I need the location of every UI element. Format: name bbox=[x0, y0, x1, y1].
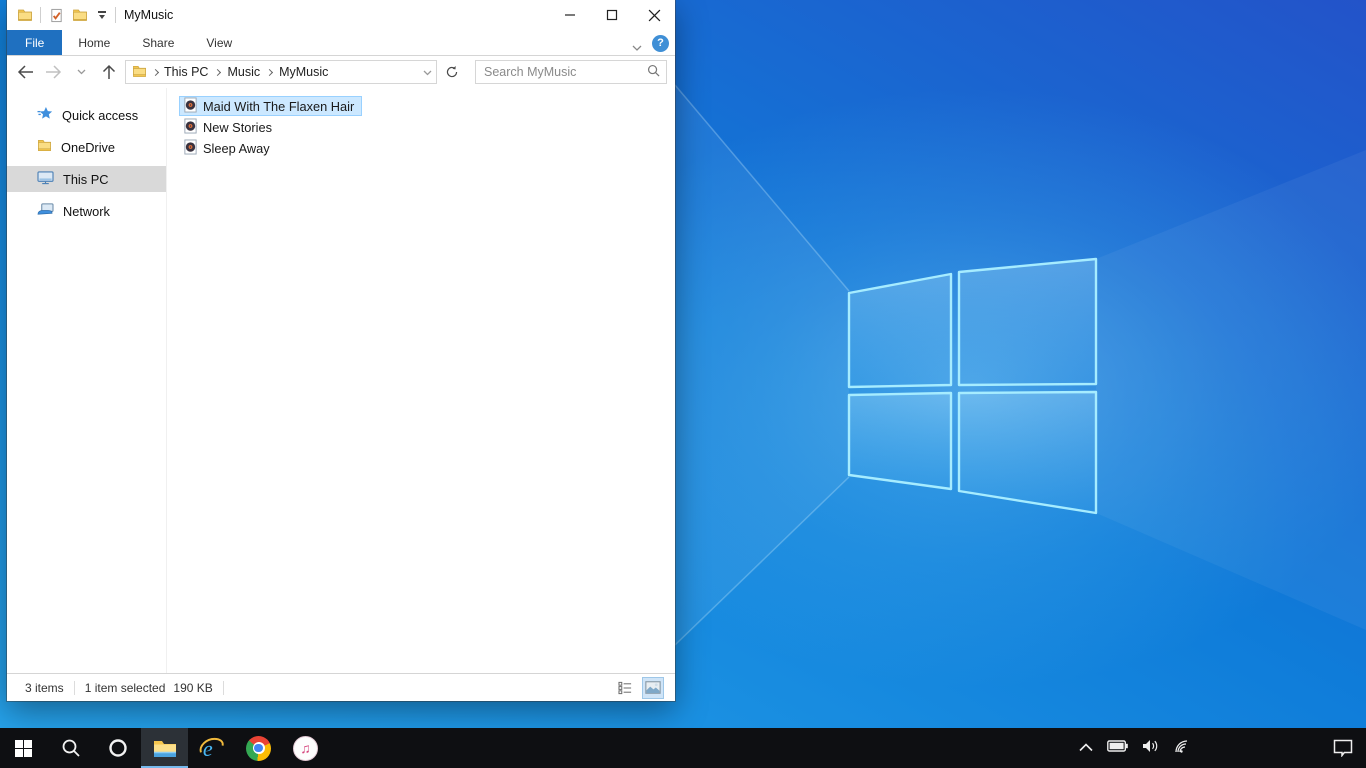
selection-count: 1 item selected bbox=[84, 680, 166, 695]
tab-file[interactable]: File bbox=[7, 30, 63, 55]
desktop: MyMusic File Home Share View ? This PC M… bbox=[0, 0, 1366, 768]
file-item-new-stories[interactable]: New Stories bbox=[179, 117, 280, 137]
music-note-glyph: ♫ bbox=[300, 740, 311, 756]
taskbar-search-icon[interactable] bbox=[47, 728, 94, 768]
details-view-button[interactable] bbox=[615, 678, 635, 698]
sidebar-item-network[interactable]: Network bbox=[7, 198, 166, 224]
taskbar: e ♫ bbox=[0, 728, 1366, 768]
audio-file-icon bbox=[183, 97, 198, 116]
file-item-maid-with-the-flaxen-hair[interactable]: Maid With The Flaxen Hair bbox=[179, 96, 363, 116]
battery-icon[interactable] bbox=[1107, 739, 1128, 757]
search-input[interactable] bbox=[484, 65, 647, 79]
explorer-window-icon bbox=[16, 6, 34, 24]
taskbar-file-explorer-button[interactable] bbox=[141, 728, 188, 768]
file-name: New Stories bbox=[203, 119, 272, 135]
address-dropdown-chevron-icon[interactable] bbox=[423, 65, 432, 79]
up-button[interactable] bbox=[97, 60, 121, 84]
status-bar: 3 items 1 item selected 190 KB bbox=[7, 673, 675, 701]
breadcrumb-chevron-icon bbox=[151, 68, 160, 77]
sidebar-item-label: Network bbox=[63, 203, 110, 219]
quick-access-toolbar bbox=[16, 6, 116, 24]
chrome-icon[interactable] bbox=[235, 728, 282, 768]
file-name: Maid With The Flaxen Hair bbox=[203, 98, 355, 114]
navigation-pane: Quick access OneDrive This PC Network bbox=[7, 88, 166, 673]
address-folder-icon bbox=[132, 64, 147, 81]
expand-ribbon-chevron-icon[interactable] bbox=[632, 40, 642, 51]
file-explorer-window: MyMusic File Home Share View ? This PC M… bbox=[7, 0, 675, 701]
qat-separator bbox=[40, 7, 41, 23]
recent-locations-chevron-icon[interactable] bbox=[69, 60, 93, 84]
quick-access-star-icon bbox=[37, 106, 53, 124]
start-button[interactable] bbox=[0, 728, 47, 768]
volume-icon[interactable] bbox=[1142, 739, 1160, 758]
breadcrumb-chevron-icon bbox=[214, 68, 222, 77]
item-count: 3 items bbox=[25, 680, 64, 695]
sidebar-item-label: OneDrive bbox=[61, 139, 116, 155]
customize-qat-dropdown-icon[interactable] bbox=[95, 11, 109, 19]
tab-share[interactable]: Share bbox=[126, 30, 190, 55]
audio-file-icon bbox=[183, 139, 198, 158]
cortana-icon[interactable] bbox=[94, 728, 141, 768]
breadcrumb-mymusic[interactable]: MyMusic bbox=[279, 65, 328, 79]
status-separator bbox=[73, 680, 75, 695]
minimize-button[interactable] bbox=[549, 0, 591, 30]
sidebar-item-label: Quick access bbox=[62, 107, 139, 123]
internet-explorer-icon[interactable]: e bbox=[188, 728, 235, 768]
system-tray bbox=[1079, 728, 1320, 768]
this-pc-monitor-icon bbox=[37, 170, 54, 188]
sidebar-item-label: This PC bbox=[63, 171, 109, 187]
tab-view[interactable]: View bbox=[190, 30, 248, 55]
onedrive-folder-icon bbox=[37, 138, 52, 156]
breadcrumb-this-pc[interactable]: This PC bbox=[164, 65, 208, 79]
refresh-button[interactable] bbox=[441, 60, 463, 84]
status-separator bbox=[222, 680, 224, 695]
qat-separator bbox=[115, 7, 116, 23]
wifi-icon[interactable] bbox=[1174, 739, 1192, 758]
sidebar-item-quick-access[interactable]: Quick access bbox=[7, 102, 166, 128]
title-bar[interactable]: MyMusic bbox=[7, 0, 675, 30]
audio-file-icon bbox=[183, 118, 198, 137]
selection-size: 190 KB bbox=[173, 680, 213, 695]
file-list[interactable]: Maid With The Flaxen Hair New Stories Sl… bbox=[166, 88, 675, 673]
back-button[interactable] bbox=[13, 60, 37, 84]
file-name: Sleep Away bbox=[203, 140, 270, 156]
breadcrumb-chevron-icon bbox=[266, 68, 274, 77]
sidebar-item-onedrive[interactable]: OneDrive bbox=[7, 134, 166, 160]
itunes-icon[interactable]: ♫ bbox=[282, 728, 329, 768]
close-button[interactable] bbox=[633, 0, 675, 30]
breadcrumb: This PC Music MyMusic bbox=[164, 65, 328, 79]
network-computers-icon bbox=[37, 202, 54, 220]
navigation-toolbar: This PC Music MyMusic bbox=[7, 56, 675, 88]
search-box[interactable] bbox=[475, 60, 667, 84]
breadcrumb-music[interactable]: Music bbox=[227, 65, 260, 79]
search-icon[interactable] bbox=[647, 64, 660, 80]
explorer-content: Quick access OneDrive This PC Network Ma… bbox=[7, 88, 675, 673]
ribbon-tabs: File Home Share View ? bbox=[7, 30, 675, 56]
forward-button[interactable] bbox=[41, 60, 65, 84]
window-controls bbox=[549, 0, 675, 30]
hidden-icons-chevron-icon[interactable] bbox=[1079, 739, 1093, 757]
file-item-sleep-away[interactable]: Sleep Away bbox=[179, 138, 278, 158]
action-center-icon[interactable] bbox=[1320, 728, 1366, 768]
address-bar[interactable]: This PC Music MyMusic bbox=[125, 60, 437, 84]
maximize-button[interactable] bbox=[591, 0, 633, 30]
help-button[interactable]: ? bbox=[652, 34, 669, 52]
sidebar-item-this-pc[interactable]: This PC bbox=[7, 166, 166, 192]
tab-home[interactable]: Home bbox=[62, 30, 126, 55]
new-folder-icon[interactable] bbox=[71, 6, 89, 24]
properties-icon[interactable] bbox=[47, 6, 65, 24]
large-icons-view-button[interactable] bbox=[642, 676, 664, 699]
window-title: MyMusic bbox=[124, 8, 174, 22]
